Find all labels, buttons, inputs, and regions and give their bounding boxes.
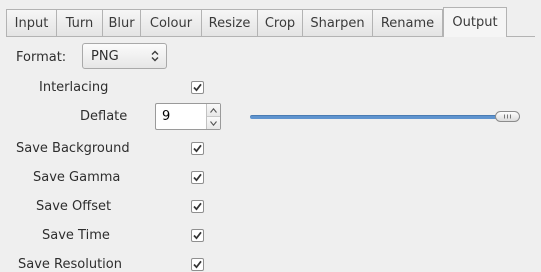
spin-up-button[interactable] (207, 104, 220, 116)
tab-sharpen[interactable]: Sharpen (303, 9, 373, 37)
tab-label: Blur (108, 15, 135, 31)
save-offset-checkbox[interactable] (191, 200, 204, 213)
tab-crop[interactable]: Crop (258, 9, 303, 37)
save-time-label: Save Time (42, 228, 110, 243)
checkmark-icon (193, 202, 202, 211)
tab-turn[interactable]: Turn (57, 9, 103, 37)
updown-arrows-icon (148, 47, 162, 65)
save-time-checkbox[interactable] (191, 229, 204, 242)
save-offset-label: Save Offset (36, 199, 112, 214)
tab-label: Crop (264, 15, 296, 31)
checkmark-icon (193, 231, 202, 240)
spin-buttons (206, 104, 220, 129)
save-resolution-label: Save Resolution (18, 257, 122, 272)
spin-down-button[interactable] (207, 116, 220, 129)
tab-input[interactable]: Input (6, 9, 57, 37)
deflate-label: Deflate (80, 109, 128, 124)
interlacing-label: Interlacing (39, 80, 109, 95)
tab-label: Turn (65, 15, 94, 31)
save-background-label: Save Background (16, 141, 130, 156)
format-label: Format: (16, 50, 67, 65)
format-combobox[interactable]: PNG (82, 43, 167, 69)
interlacing-checkbox[interactable] (191, 81, 204, 94)
deflate-value: 9 (162, 109, 171, 124)
deflate-slider-track[interactable] (250, 115, 520, 119)
deflate-spinbox[interactable]: 9 (155, 103, 221, 130)
tab-blur[interactable]: Blur (103, 9, 141, 37)
checkmark-icon (193, 260, 202, 269)
save-background-checkbox[interactable] (191, 142, 204, 155)
tab-resize[interactable]: Resize (202, 9, 258, 37)
checkmark-icon (193, 83, 202, 92)
checkmark-icon (193, 144, 202, 153)
deflate-slider-handle[interactable] (495, 111, 520, 122)
tab-label: Output (452, 15, 498, 30)
tab-label: Sharpen (310, 15, 365, 31)
save-gamma-label: Save Gamma (33, 170, 121, 185)
save-gamma-checkbox[interactable] (191, 171, 204, 184)
triangle-down-icon (210, 120, 217, 126)
output-settings-panel: Format: PNG Interlacing Deflate 9 Save B… (6, 36, 535, 272)
tab-label: Colour (149, 15, 193, 31)
tab-bar: Input Turn Blur Colour Resize Crop Sharp… (6, 7, 507, 37)
tab-label: Rename (380, 15, 435, 31)
tab-colour[interactable]: Colour (141, 9, 202, 37)
save-resolution-checkbox[interactable] (191, 258, 204, 271)
tab-label: Input (14, 15, 49, 31)
format-value: PNG (91, 48, 119, 64)
tab-label: Resize (208, 15, 251, 31)
triangle-up-icon (210, 107, 217, 113)
grip-icon (504, 114, 511, 119)
tab-rename[interactable]: Rename (373, 9, 443, 37)
tab-output[interactable]: Output (443, 7, 507, 37)
checkmark-icon (193, 173, 202, 182)
